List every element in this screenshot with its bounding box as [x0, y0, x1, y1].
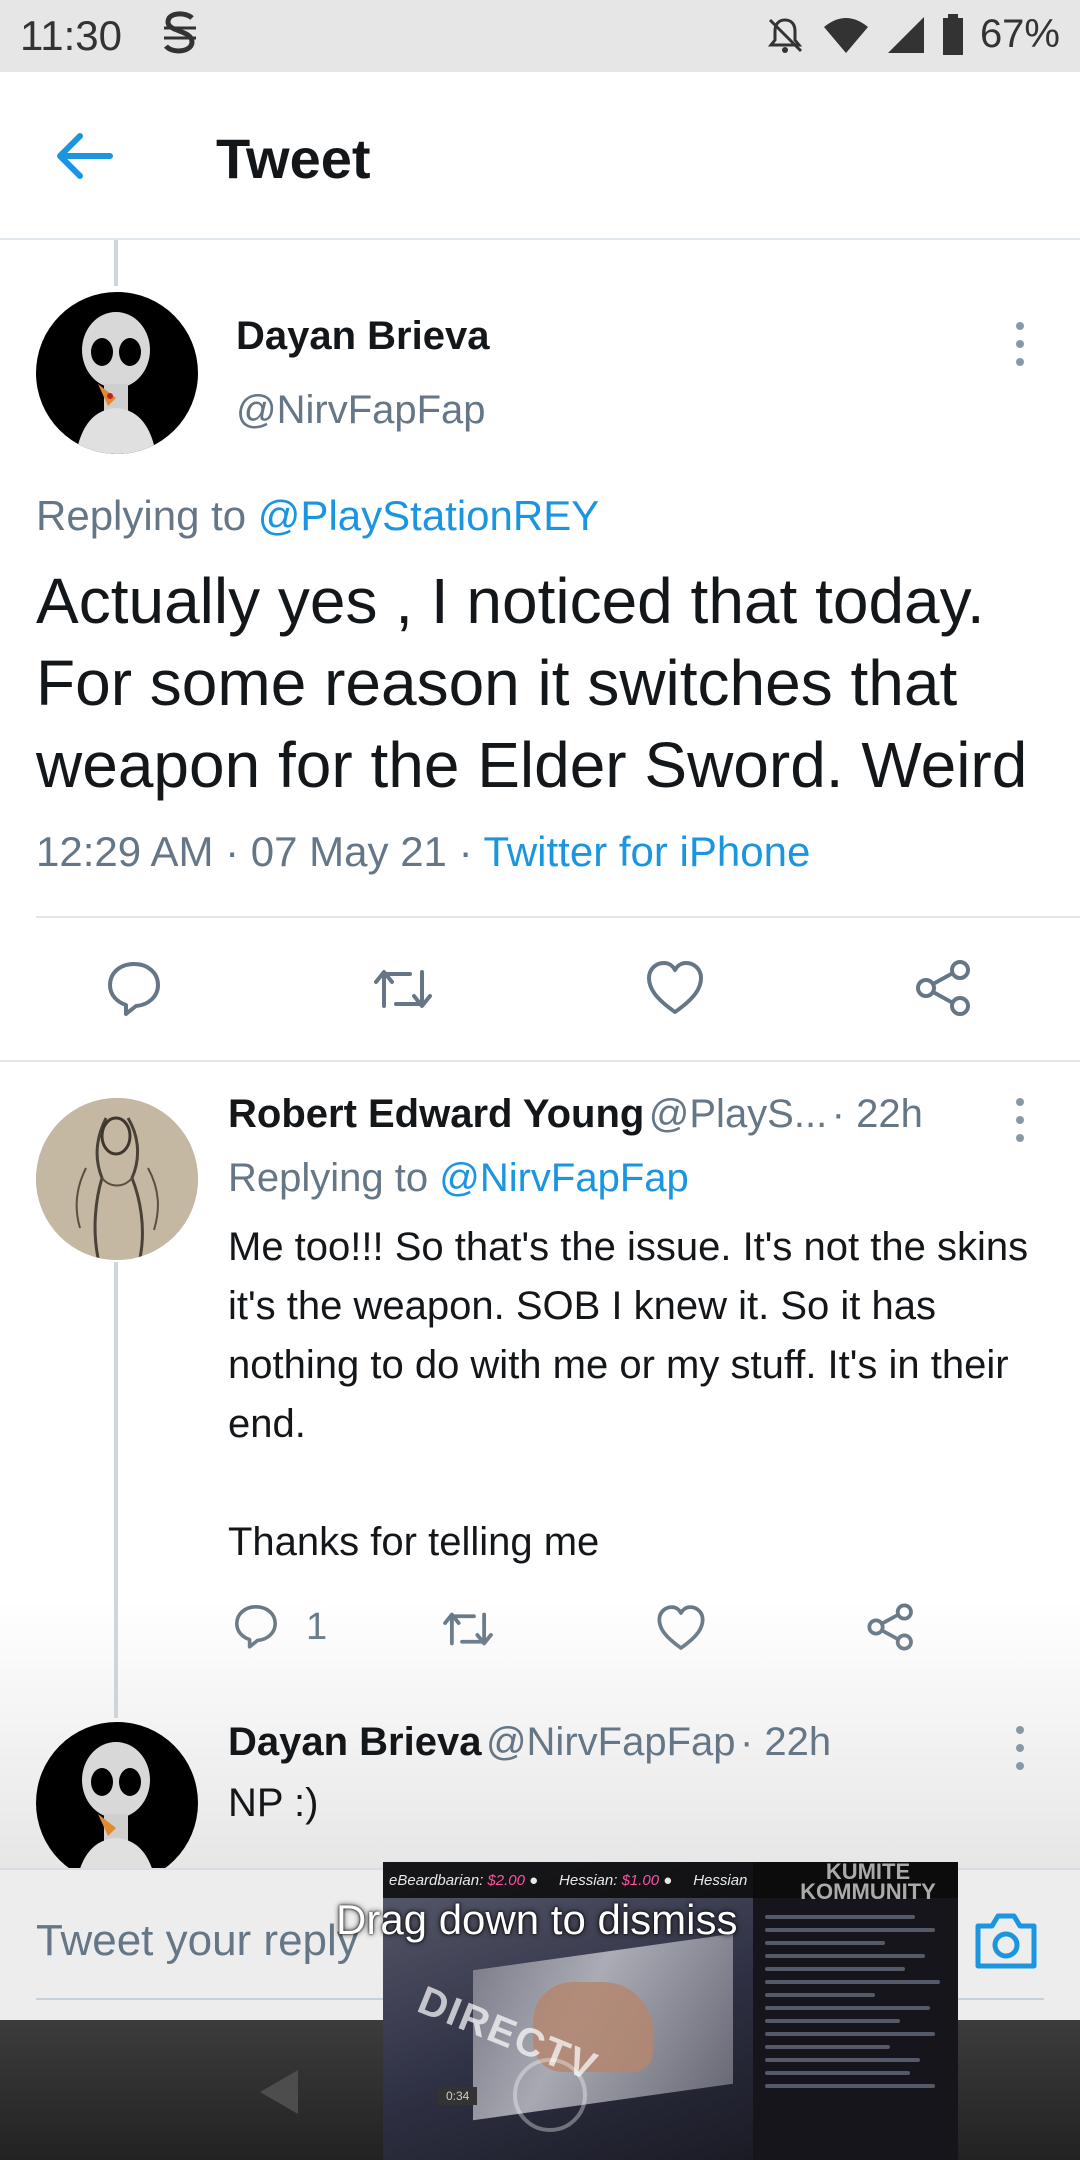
replying-line: Replying to @NirvFapFap — [228, 1156, 689, 1201]
status-time: 11:30 — [20, 12, 122, 59]
author-handle[interactable]: @NirvFapFap — [486, 1720, 736, 1764]
like-icon[interactable] — [645, 960, 705, 1016]
app-header — [0, 72, 1080, 240]
avatar[interactable] — [36, 1722, 198, 1884]
author-handle[interactable]: @NirvFapFap — [236, 388, 486, 433]
tweet-source-link[interactable]: Twitter for iPhone — [484, 828, 811, 875]
reply-text: NP :) — [228, 1781, 319, 1825]
replying-line: Replying to @PlayStationREY — [36, 492, 599, 540]
avatar[interactable] — [36, 292, 198, 454]
reply-text-2: Thanks for telling me — [228, 1520, 600, 1564]
author-handle[interactable]: @PlayS... — [649, 1092, 827, 1136]
battery-percent: 67% — [979, 12, 1060, 56]
replying-prefix: Replying to — [36, 492, 258, 539]
mute-icon — [764, 14, 806, 56]
page-title: Tweet — [216, 127, 371, 190]
tweet-age: · 22h — [739, 1720, 832, 1764]
share-icon[interactable] — [914, 958, 974, 1018]
replying-prefix: Replying to — [228, 1156, 440, 1200]
reply-icon[interactable] — [104, 958, 164, 1018]
avatar[interactable] — [36, 1098, 198, 1260]
s-app-icon — [160, 10, 200, 67]
more-options-icon[interactable] — [1010, 1726, 1030, 1780]
reply-header: Dayan Brieva @NirvFapFap · 22h — [228, 1720, 831, 1765]
chat-panel — [753, 1862, 958, 2160]
author-name[interactable]: Dayan Brieva — [236, 314, 489, 359]
camera-icon[interactable] — [974, 1910, 1038, 1970]
replying-to-link[interactable]: @NirvFapFap — [439, 1156, 689, 1200]
video-timer: 0:34 — [438, 2087, 478, 2105]
status-icons: 67% — [764, 12, 1060, 57]
divider — [0, 1060, 1080, 1062]
divider — [36, 916, 1080, 918]
battery-icon — [942, 13, 964, 56]
retweet-icon[interactable] — [370, 962, 436, 1016]
nav-back-icon[interactable] — [256, 2066, 302, 2123]
author-name[interactable]: Robert Edward Young — [228, 1092, 644, 1136]
reply-header: Robert Edward Young @PlayS... · 22h — [228, 1092, 923, 1137]
author-name[interactable]: Dayan Brieva — [228, 1720, 481, 1764]
tweet-text: Actually yes , I noticed that today. For… — [36, 565, 1028, 801]
tweet-date: 07 May 21 — [250, 828, 447, 875]
wifi-icon — [822, 15, 870, 55]
tweet-time: 12:29 AM — [36, 828, 214, 875]
play-icon[interactable] — [513, 2058, 587, 2132]
more-options-icon[interactable] — [1010, 1098, 1030, 1152]
kumite-logo: KUMITE KOMMUNITY — [800, 1862, 936, 1904]
tweet-age: · 22h — [831, 1092, 923, 1136]
reply-icon[interactable] — [232, 1602, 280, 1650]
like-icon[interactable] — [656, 1604, 706, 1652]
back-arrow-icon[interactable] — [52, 124, 116, 188]
retweet-icon[interactable] — [440, 1606, 496, 1652]
replying-to-link[interactable]: @PlayStationREY — [258, 492, 599, 539]
reply-input[interactable]: Tweet your reply — [36, 1916, 359, 1966]
reply-text: Me too!!! So that's the issue. It's not … — [228, 1225, 1029, 1446]
drag-dismiss-label: Drag down to dismiss — [336, 1896, 738, 1943]
share-icon[interactable] — [866, 1602, 916, 1652]
signal-icon — [886, 15, 926, 55]
thread-line — [114, 1262, 118, 1718]
thread-line-top — [114, 240, 118, 286]
reply-count: 1 — [306, 1606, 328, 1648]
more-options-icon[interactable] — [1010, 322, 1030, 376]
tweet-meta: 12:29 AM · 07 May 21 · Twitter for iPhon… — [36, 828, 811, 875]
